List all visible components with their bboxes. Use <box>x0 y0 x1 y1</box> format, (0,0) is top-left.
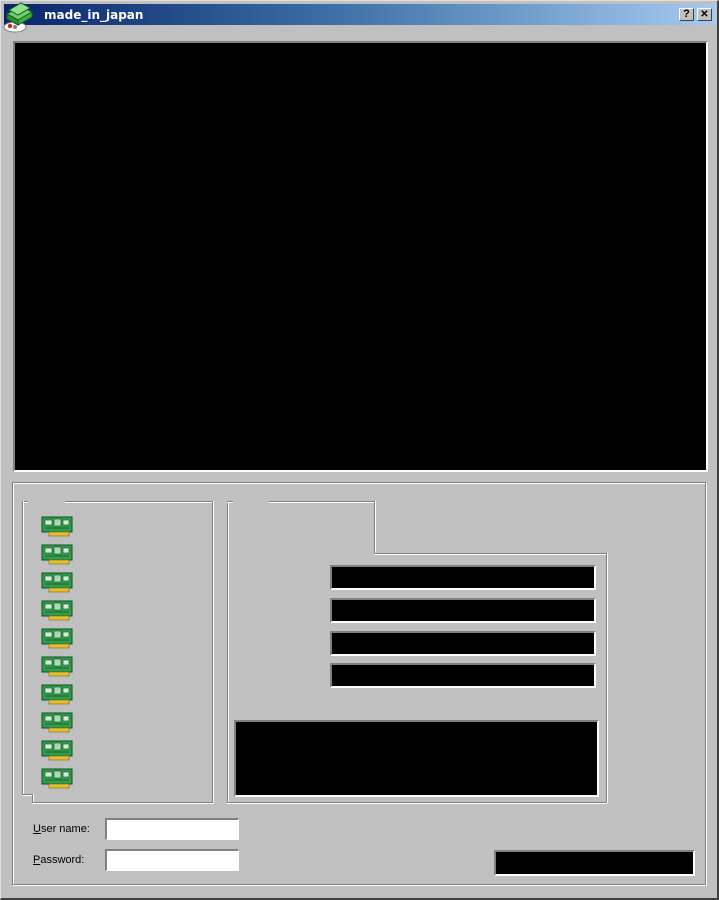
main-display <box>13 41 708 472</box>
detail-field-1 <box>330 565 596 590</box>
green-disk-stack-icon <box>3 2 34 33</box>
window-title: made_in_japan <box>44 8 144 22</box>
main-window: made_in_japan ? ✕ User name: Password: <box>0 0 719 900</box>
detail-field-4 <box>330 663 596 688</box>
network-card-icon <box>41 768 73 789</box>
help-button[interactable]: ? <box>679 8 694 21</box>
help-icon: ? <box>683 8 690 20</box>
username-label: User name: <box>33 823 90 835</box>
network-card-icon <box>41 628 73 649</box>
close-icon: ✕ <box>700 9 709 20</box>
detail-field-3 <box>330 631 596 656</box>
network-card-icon <box>41 544 73 565</box>
network-card-icon <box>41 740 73 761</box>
network-card-icon <box>41 600 73 621</box>
status-box <box>494 850 695 876</box>
network-card-icon <box>41 572 73 593</box>
title-bar[interactable]: made_in_japan ? ✕ <box>3 2 716 33</box>
close-button[interactable]: ✕ <box>697 8 712 21</box>
detail-log-area <box>234 720 599 797</box>
network-card-icon <box>41 656 73 677</box>
network-card-icon <box>41 516 73 537</box>
detail-field-2 <box>330 598 596 623</box>
network-card-icon <box>41 712 73 733</box>
username-input[interactable] <box>105 818 239 840</box>
network-card-icon <box>41 684 73 705</box>
password-label: Password: <box>33 854 85 866</box>
password-input[interactable] <box>105 849 239 871</box>
